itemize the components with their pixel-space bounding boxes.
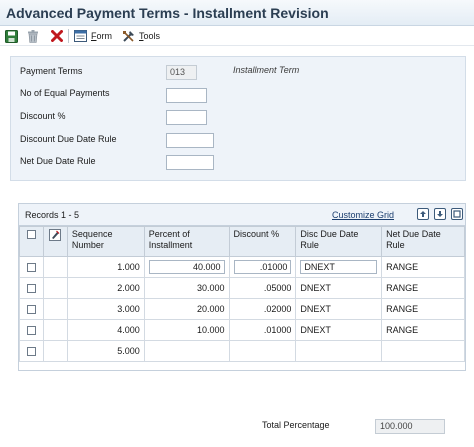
payment-terms-field: 013 — [166, 65, 197, 80]
percent-cell[interactable]: 30.000 — [143, 277, 230, 299]
close-icon — [51, 30, 63, 42]
col-sequence-number[interactable]: Sequence Number — [66, 226, 145, 257]
percent-cell[interactable]: 40.000 — [143, 256, 230, 278]
table-row[interactable]: 5.000 — [19, 340, 465, 362]
table-row[interactable]: 4.000 10.000 .01000 DNEXT RANGE — [19, 319, 465, 341]
row-attachment — [42, 277, 68, 299]
discount-input[interactable]: .01000 — [233, 260, 292, 274]
maximize-grid-icon[interactable] — [451, 208, 463, 220]
delete-button[interactable] — [27, 29, 39, 43]
window-title: Advanced Payment Terms - Installment Rev… — [6, 5, 329, 21]
discount-percent-input[interactable] — [166, 110, 207, 125]
cancel-button[interactable] — [51, 29, 63, 43]
col-disc-due-date-rule[interactable]: Disc Due Date Rule — [295, 226, 383, 257]
payment-terms-description: Installment Term — [233, 65, 300, 75]
select-all-header[interactable] — [19, 226, 44, 257]
table-row[interactable]: 1.000 40.000 .01000 DNEXT RANGE — [19, 256, 465, 278]
discount-percent-label: Discount % — [20, 111, 66, 121]
form-menu-label: Form — [91, 31, 112, 41]
total-percentage-field: 100.000 — [375, 419, 445, 434]
discount-cell[interactable]: .05000 — [228, 277, 297, 299]
attachment-icon — [49, 229, 62, 241]
discount-cell[interactable] — [228, 340, 297, 362]
disc-due-input[interactable]: DNEXT — [300, 260, 378, 274]
installment-grid: Records 1 - 5 Customize Grid Sequence Nu… — [18, 203, 466, 371]
row-attachment — [42, 298, 68, 320]
net-due-rule-label: Net Due Date Rule — [20, 156, 96, 166]
toolbar-separator — [68, 29, 69, 43]
grid-header-row: Sequence Number Percent of Installment D… — [19, 226, 465, 257]
disc-due-cell[interactable]: DNEXT — [295, 319, 383, 341]
sequence-cell: 1.000 — [66, 256, 145, 278]
sequence-cell: 2.000 — [66, 277, 145, 299]
net-due-cell[interactable]: RANGE — [381, 298, 465, 320]
sequence-cell: 3.000 — [66, 298, 145, 320]
tools-icon — [123, 30, 134, 42]
form-icon — [74, 30, 87, 42]
equal-payments-input[interactable] — [166, 88, 207, 103]
row-checkbox[interactable] — [26, 305, 36, 315]
sequence-cell: 5.000 — [66, 340, 145, 362]
row-checkbox[interactable] — [26, 284, 36, 294]
disc-due-cell[interactable]: DNEXT — [295, 256, 383, 278]
row-checkbox[interactable] — [26, 326, 36, 336]
sequence-cell: 4.000 — [66, 319, 145, 341]
save-button[interactable] — [5, 29, 18, 43]
net-due-cell[interactable]: RANGE — [381, 319, 465, 341]
payment-terms-label: Payment Terms — [20, 66, 83, 76]
discount-cell[interactable]: .02000 — [228, 298, 297, 320]
equal-payments-label: No of Equal Payments — [20, 88, 110, 98]
row-attachment — [42, 319, 68, 341]
save-icon — [5, 29, 18, 43]
row-checkbox[interactable] — [26, 347, 36, 357]
total-percentage-label: Total Percentage — [262, 420, 330, 430]
net-due-cell[interactable]: RANGE — [381, 277, 465, 299]
toolbar: Form Tools — [0, 26, 474, 46]
export-icon[interactable] — [417, 208, 429, 220]
disc-due-cell[interactable]: DNEXT — [295, 298, 383, 320]
disc-due-cell[interactable] — [295, 340, 383, 362]
row-select[interactable] — [19, 277, 44, 299]
title-bar: Advanced Payment Terms - Installment Rev… — [0, 0, 474, 26]
discount-due-rule-input[interactable] — [166, 133, 214, 148]
percent-cell[interactable] — [143, 340, 230, 362]
discount-due-rule-label: Discount Due Date Rule — [20, 134, 117, 144]
disc-due-cell[interactable]: DNEXT — [295, 277, 383, 299]
records-count: Records 1 - 5 — [25, 210, 80, 220]
form-menu-button[interactable]: Form — [74, 29, 112, 43]
customize-grid-link[interactable]: Customize Grid — [332, 210, 394, 220]
grid-table: Sequence Number Percent of Installment D… — [19, 226, 465, 362]
tools-menu-button[interactable]: Tools — [122, 29, 160, 43]
table-row[interactable]: 3.000 20.000 .02000 DNEXT RANGE — [19, 298, 465, 320]
table-row[interactable]: 2.000 30.000 .05000 DNEXT RANGE — [19, 277, 465, 299]
row-attachment — [42, 256, 68, 278]
tools-menu-label: Tools — [139, 31, 161, 41]
discount-cell[interactable]: .01000 — [228, 319, 297, 341]
row-select[interactable] — [19, 319, 44, 341]
col-net-due-date-rule[interactable]: Net Due Date Rule — [381, 226, 465, 257]
trash-icon — [28, 29, 38, 43]
grid-header-bar: Records 1 - 5 Customize Grid — [19, 204, 465, 226]
net-due-rule-input[interactable] — [166, 155, 214, 170]
attachment-header — [42, 226, 68, 257]
col-discount-percent[interactable]: Discount % — [228, 226, 297, 257]
row-select[interactable] — [19, 298, 44, 320]
row-select[interactable] — [19, 256, 44, 278]
net-due-cell[interactable] — [381, 340, 465, 362]
select-all-checkbox[interactable] — [26, 230, 36, 240]
row-attachment — [42, 340, 68, 362]
net-due-cell[interactable]: RANGE — [381, 256, 465, 278]
percent-cell[interactable]: 10.000 — [143, 319, 230, 341]
row-checkbox[interactable] — [26, 263, 36, 273]
import-icon[interactable] — [434, 208, 446, 220]
percent-cell[interactable]: 20.000 — [143, 298, 230, 320]
percent-input[interactable]: 40.000 — [148, 260, 225, 274]
col-percent-installment[interactable]: Percent of Installment — [143, 226, 230, 257]
discount-cell[interactable]: .01000 — [228, 256, 297, 278]
row-select[interactable] — [19, 340, 44, 362]
